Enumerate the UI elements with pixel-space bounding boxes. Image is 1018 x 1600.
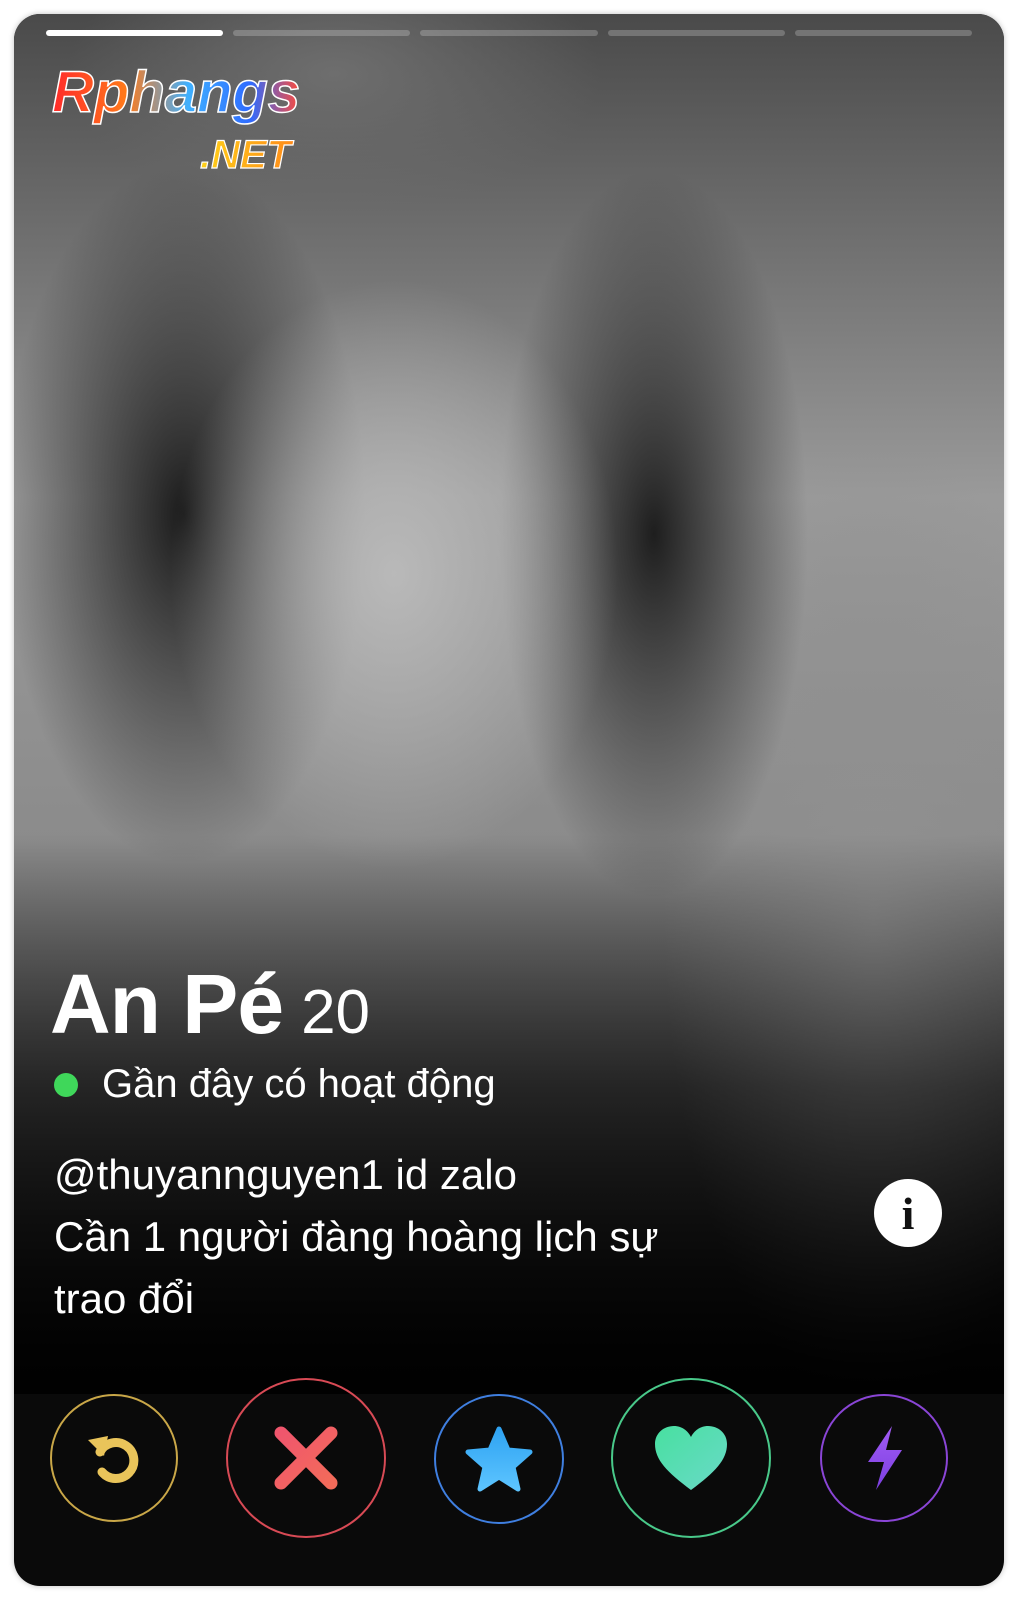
photo-progress-segment[interactable] xyxy=(420,30,598,36)
like-button[interactable] xyxy=(611,1378,771,1538)
info-button[interactable]: i xyxy=(874,1179,942,1247)
profile-card[interactable]: Rphangs .NET An Pé 20 Gần đây có hoạt độn… xyxy=(14,14,1004,1586)
profile-name: An Pé xyxy=(50,957,284,1051)
action-bar xyxy=(14,1374,1004,1554)
rewind-button[interactable] xyxy=(50,1394,178,1522)
boost-button[interactable] xyxy=(820,1394,948,1522)
activity-status: Gần đây có hoạt động xyxy=(54,1062,496,1107)
info-icon: i xyxy=(901,1187,915,1239)
activity-status-text: Gần đây có hoạt động xyxy=(102,1062,496,1106)
profile-header: An Pé 20 xyxy=(50,956,370,1053)
online-dot-icon xyxy=(54,1072,78,1097)
watermark-line2: .NET xyxy=(200,133,295,177)
nope-button[interactable] xyxy=(226,1378,386,1538)
photo-progress-segment[interactable] xyxy=(46,30,224,36)
watermark-line1: Rphangs xyxy=(52,60,300,125)
photo-progress-segment[interactable] xyxy=(233,30,411,36)
heart-icon xyxy=(655,1426,727,1490)
lightning-icon xyxy=(868,1426,902,1490)
photo-progress-segment[interactable] xyxy=(794,30,973,36)
bio-line: Cần 1 người đàng hoàng lịch sự xyxy=(54,1213,659,1260)
bio-line: trao đổi xyxy=(54,1275,195,1322)
photo-progress-segment[interactable] xyxy=(607,30,785,36)
watermark-logo: Rphangs .NET xyxy=(51,59,301,177)
bio-line: @thuyannguyen1 id zalo xyxy=(54,1151,517,1198)
rewind-icon xyxy=(88,1436,139,1483)
profile-age: 20 xyxy=(301,978,371,1047)
star-icon xyxy=(465,1426,533,1492)
photo-progress-bar xyxy=(46,30,973,36)
super-like-button[interactable] xyxy=(434,1394,564,1524)
close-icon xyxy=(274,1426,338,1490)
profile-bio: @thuyannguyen1 id zalo Cần 1 người đàng … xyxy=(54,1144,794,1330)
